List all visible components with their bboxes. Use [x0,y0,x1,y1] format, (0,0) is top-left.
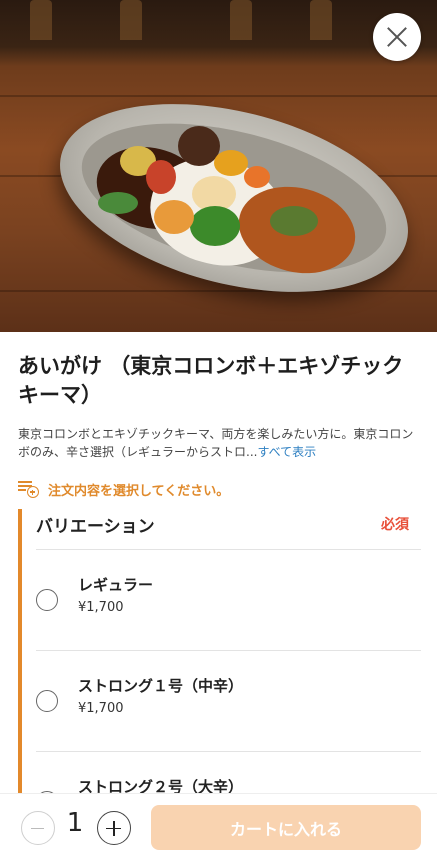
background-bottle [120,0,142,40]
quantity-value: 1 [66,808,84,838]
option-strong-1[interactable]: ストロング１号（中辛） ¥1,700 [36,660,421,760]
topping-pickle [214,150,248,176]
section-accent-bar [18,509,22,801]
topping-coriander [270,206,318,236]
radio-button[interactable] [36,589,58,611]
background-bottle [310,0,332,40]
cart-footer: 1 カートに入れる [0,793,437,857]
radio-button[interactable] [36,690,58,712]
list-add-icon [18,479,40,499]
add-to-cart-button[interactable]: カートに入れる [151,805,421,850]
option-regular[interactable]: レギュラー ¥1,700 [36,559,421,659]
product-description: 東京コロンボとエキゾチックキーマ、両方を楽しみたい方に。東京コロンボのみ、辛さ選… [18,425,423,461]
divider [36,650,421,651]
section-title: バリエーション [36,517,155,537]
show-all-link[interactable]: すべて表示 [257,445,316,459]
background-bottle [230,0,252,40]
topping-salad [154,200,194,234]
option-price: ¥1,700 [78,701,124,716]
selection-notice: 注文内容を選択してください。 [18,479,229,499]
table-grain [0,95,437,97]
notice-text: 注文内容を選択してください。 [48,483,230,499]
required-badge: 必須 [381,517,409,533]
divider [36,751,421,752]
option-name: レギュラー [78,576,154,594]
option-price: ¥1,700 [78,600,124,615]
close-button[interactable] [373,13,421,61]
table-grain [0,290,437,292]
product-title: あいがけ （東京コロンボ＋エキゾチックキーマ） [18,354,404,407]
decrease-quantity-button[interactable] [21,811,55,845]
option-name: ストロング１号（中辛） [78,677,244,695]
topping-greens [190,206,240,246]
background-bottle [30,0,52,40]
hero-photo [0,0,437,332]
topping-shrimp [146,160,176,194]
variation-section: バリエーション 必須 レギュラー ¥1,700 ストロング１号（中辛） ¥1,7… [18,509,423,813]
increase-quantity-button[interactable] [97,811,131,845]
divider [36,549,421,550]
topping-herbs [98,192,138,214]
topping-carrot [244,166,270,188]
description-text: 東京コロンボとエキゾチックキーマ、両方を楽しみたい方に。東京コロンボのみ、辛さ選… [18,427,414,459]
